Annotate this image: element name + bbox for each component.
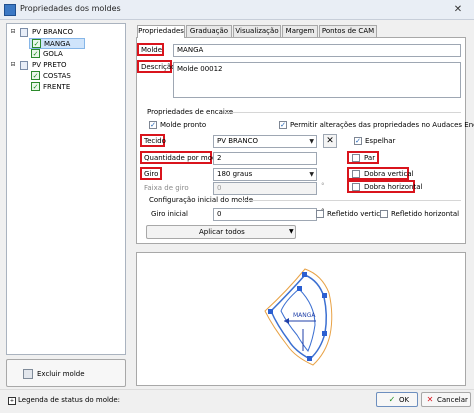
- dobra-horizontal-checkbox[interactable]: [352, 183, 360, 191]
- molde-label: Molde: [141, 46, 163, 54]
- ok-label: OK: [399, 396, 410, 404]
- faixa-label: Faixa de giro: [144, 184, 189, 192]
- section-encaixe-label: Propriedades de encaixe: [147, 108, 234, 116]
- close-icon: ✕: [426, 395, 434, 404]
- tree-item-manga[interactable]: ✓ MANGA: [29, 38, 85, 49]
- close-button[interactable]: ✕: [446, 3, 470, 17]
- tree-item-label: FRENTE: [43, 83, 71, 91]
- dobra-horizontal-label: Dobra horizontal: [364, 183, 423, 191]
- window-title: Propriedades dos moldes: [20, 4, 121, 13]
- molde-pronto-checkbox[interactable]: ✓: [149, 121, 157, 129]
- espelhar-checkbox[interactable]: ✓: [354, 137, 362, 145]
- section-config-label: Configuração inicial do molde: [149, 196, 254, 204]
- status-ok-icon: ✓: [31, 82, 40, 91]
- chevron-down-icon: ▼: [309, 138, 314, 145]
- delete-icon: [23, 369, 33, 379]
- control-point[interactable]: [297, 286, 302, 291]
- refletido-vertical-checkbox[interactable]: [316, 210, 324, 218]
- control-point[interactable]: [307, 356, 312, 361]
- check-icon: ✓: [388, 395, 396, 404]
- delete-mold-label: Excluir molde: [37, 370, 85, 378]
- fabric-icon: [20, 28, 28, 37]
- molde-pronto-label: Molde pronto: [160, 121, 207, 129]
- chevron-down-icon: ▼: [309, 171, 314, 178]
- grain-arrow-icon: [284, 318, 289, 324]
- section-divider: [225, 112, 461, 113]
- piece-preview: MANGA: [136, 252, 466, 386]
- apply-all-label: Aplicar todos: [199, 228, 245, 236]
- quantidade-field[interactable]: 2: [213, 152, 317, 165]
- permitir-checkbox[interactable]: ✓: [279, 121, 287, 129]
- refletido-horizontal-checkbox[interactable]: [380, 210, 388, 218]
- molde-field[interactable]: MANGA: [173, 44, 461, 57]
- descricao-field[interactable]: Molde 00012: [173, 62, 461, 98]
- ok-button[interactable]: ✓ OK: [376, 392, 418, 407]
- legend-label: Legenda de status do molde:: [18, 396, 121, 404]
- tab-visualizacao[interactable]: Visualização: [233, 25, 281, 37]
- refletido-vertical-label: Refletido vertical: [327, 210, 387, 218]
- collapse-icon[interactable]: ⊟: [9, 28, 17, 36]
- properties-panel: Molde MANGA Descrição Molde 00012 Propri…: [136, 37, 474, 244]
- title-bar: Propriedades dos moldes ✕: [0, 0, 474, 20]
- piece-drawing: MANGA: [264, 268, 333, 366]
- control-point[interactable]: [322, 331, 327, 336]
- window-icon: [4, 4, 16, 16]
- faixa-field[interactable]: 0: [213, 182, 317, 195]
- apply-all-button[interactable]: Aplicar todos ▼: [146, 225, 296, 239]
- cancel-label: Cancelar: [437, 396, 468, 404]
- status-ok-icon: ✓: [32, 39, 41, 48]
- degree-symbol: °: [321, 182, 325, 190]
- giro-inicial-field[interactable]: 0: [213, 208, 317, 221]
- tree-item-costas[interactable]: ✓ COSTAS: [29, 71, 89, 82]
- tools-icon[interactable]: ✕: [323, 134, 337, 148]
- tree-group-pv-preto[interactable]: ⊟ PV PRETO: [9, 60, 123, 71]
- tecido-select[interactable]: PV BRANCO ▼: [213, 135, 317, 148]
- giro-inicial-label: Giro inicial: [151, 210, 188, 218]
- dobra-vertical-checkbox[interactable]: [352, 170, 360, 178]
- dobra-vertical-label: Dobra vertical: [364, 170, 414, 178]
- fabric-icon: [20, 61, 28, 70]
- giro-label: Giro: [144, 170, 159, 178]
- giro-value: 180 graus: [217, 170, 253, 178]
- expand-legend-icon[interactable]: +: [8, 397, 16, 405]
- tree-item-frente[interactable]: ✓ FRENTE: [29, 82, 89, 93]
- tree-item-gola[interactable]: ✓ GOLA: [29, 49, 85, 60]
- tree-item-label: COSTAS: [43, 72, 71, 80]
- mold-tree[interactable]: ⊟ PV BRANCO ✓ MANGA ✓ GOLA ⊟ PV PRETO ✓ …: [6, 23, 126, 355]
- tecido-value: PV BRANCO: [217, 137, 259, 145]
- tree-group-label: PV PRETO: [32, 61, 67, 69]
- tree-group-pv-branco[interactable]: ⊟ PV BRANCO: [9, 27, 123, 38]
- tab-graduacao[interactable]: Graduação: [186, 25, 232, 37]
- tab-margem[interactable]: Margem: [282, 25, 318, 37]
- section-divider: [241, 200, 461, 201]
- descricao-label: Descrição: [141, 63, 176, 71]
- tree-item-label: GOLA: [43, 50, 63, 58]
- permitir-label: Permitir alterações das propriedades no …: [290, 121, 474, 129]
- tecido-label: Tecido: [144, 137, 166, 145]
- par-checkbox[interactable]: [352, 154, 360, 162]
- par-label: Par: [364, 154, 376, 162]
- espelhar-label: Espelhar: [365, 137, 396, 145]
- status-ok-icon: ✓: [31, 49, 40, 58]
- piece-label: MANGA: [293, 312, 316, 319]
- control-point[interactable]: [302, 272, 307, 277]
- tree-group-label: PV BRANCO: [32, 28, 74, 36]
- status-ok-icon: ✓: [31, 71, 40, 80]
- control-point[interactable]: [268, 309, 273, 314]
- tab-pontos-cam[interactable]: Pontos de CAM: [319, 25, 377, 37]
- cancel-button[interactable]: ✕ Cancelar: [421, 392, 471, 407]
- giro-select[interactable]: 180 graus ▼: [213, 168, 317, 181]
- chevron-down-icon: ▼: [289, 228, 294, 235]
- delete-mold-button[interactable]: Excluir molde: [6, 359, 126, 387]
- collapse-icon[interactable]: ⊟: [9, 61, 17, 69]
- control-point[interactable]: [322, 293, 327, 298]
- refletido-horizontal-label: Refletido horizontal: [391, 210, 460, 218]
- tab-propriedades[interactable]: Propriedades: [137, 25, 185, 38]
